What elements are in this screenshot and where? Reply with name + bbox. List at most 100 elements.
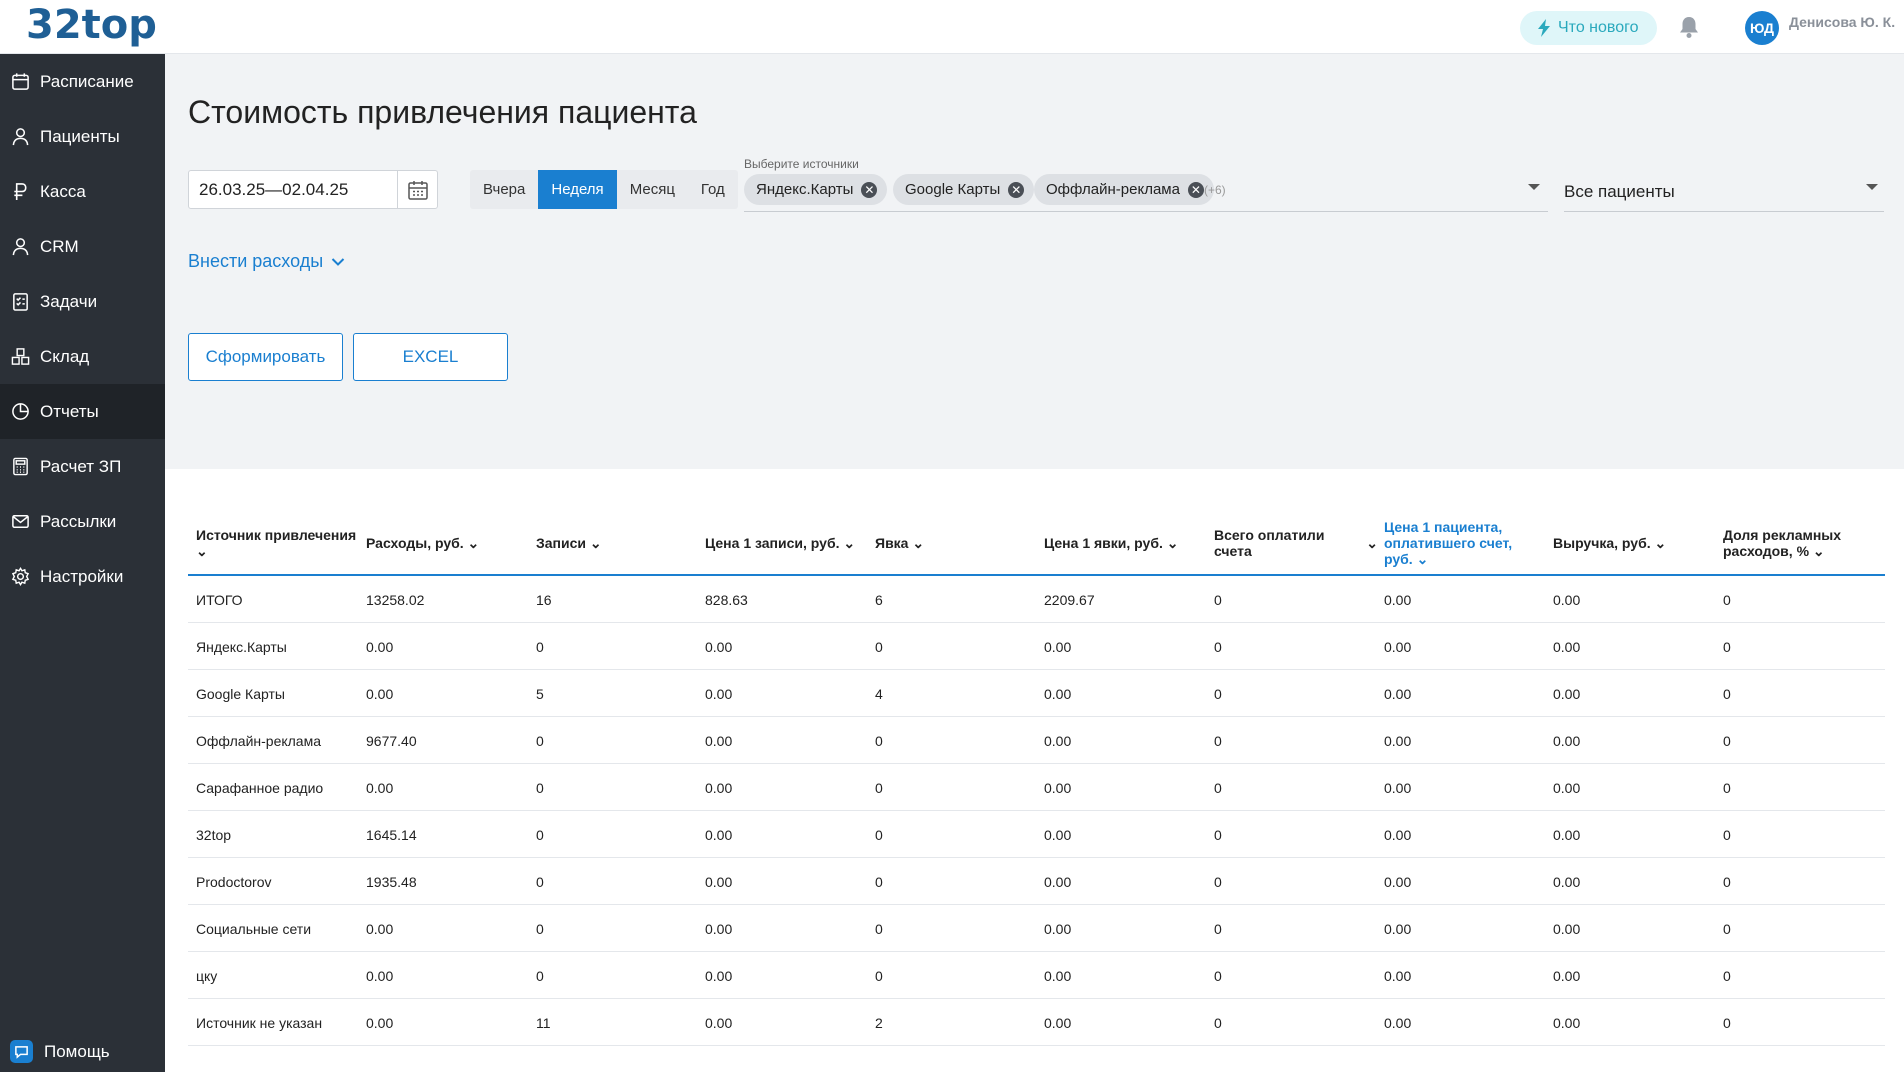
whats-new-label: Что нового: [1558, 19, 1639, 36]
cell-attendance: 0: [875, 873, 883, 890]
date-range-input[interactable]: 26.03.25—02.04.25: [188, 170, 438, 209]
close-icon[interactable]: ✕: [861, 181, 878, 198]
cell-booking-price: 0.00: [705, 779, 733, 796]
cell-paid-total: 0: [1214, 685, 1222, 702]
sidebar-item-mailings[interactable]: Рассылки: [0, 494, 165, 549]
cell-bookings: 0: [536, 920, 544, 937]
checklist-icon: [13, 293, 28, 311]
sidebar-item-schedule[interactable]: Расписание: [0, 54, 165, 109]
column-header-expenses[interactable]: Расходы, руб. ⌄: [366, 510, 534, 576]
period-week[interactable]: Неделя: [538, 170, 617, 209]
calendar-picker-button[interactable]: [397, 171, 437, 208]
column-header-bookings[interactable]: Записи ⌄: [536, 510, 704, 576]
cell-paid-total: 0: [1214, 920, 1222, 937]
cell-attendance: 0: [875, 826, 883, 843]
close-icon[interactable]: ✕: [1187, 181, 1204, 198]
sidebar-item-warehouse[interactable]: Склад: [0, 329, 165, 384]
cell-ad-share: 0: [1723, 779, 1731, 796]
cell-attendance: 6: [875, 591, 883, 608]
cell-expenses: 0.00: [366, 920, 394, 937]
cell-paid-total: 0: [1214, 1014, 1222, 1031]
bell-icon[interactable]: [1678, 15, 1700, 39]
excel-button[interactable]: EXCEL: [353, 333, 508, 381]
help-button[interactable]: Помощь: [10, 1040, 110, 1063]
column-header-revenue[interactable]: Выручка, руб. ⌄: [1553, 510, 1721, 576]
cell-source: 32top: [196, 826, 232, 843]
cell-attendance-price: 0.00: [1044, 732, 1072, 749]
sidebar-item-label: Склад: [40, 346, 90, 366]
calendar-icon: [12, 73, 29, 90]
column-header-booking-price[interactable]: Цена 1 записи, руб. ⌄: [705, 510, 873, 576]
sidebar-item-label: Пациенты: [40, 126, 120, 146]
user-name[interactable]: Денисова Ю. К.: [1789, 14, 1895, 30]
cell-paying-patient-price: 0.00: [1384, 967, 1412, 984]
cell-ad-share: 0: [1723, 638, 1731, 655]
sidebar-item-label: Задачи: [40, 291, 98, 311]
top-bar: 32top Что нового ЮД Денисова Ю. К.: [0, 0, 1904, 54]
sidebar-item-salary[interactable]: Расчет ЗП: [0, 439, 165, 494]
cell-revenue: 0.00: [1553, 826, 1581, 843]
cell-revenue: 0.00: [1553, 638, 1581, 655]
period-year[interactable]: Год: [688, 170, 738, 209]
avatar[interactable]: ЮД: [1745, 11, 1779, 45]
table-row: Социальные сети 0.00 0 0.00 0 0.00 0 0.00 0.00 0: [188, 905, 1885, 952]
mail-icon: [12, 515, 29, 528]
column-header-paying-patient-price[interactable]: Цена 1 пациента, оплатившего счет, руб. …: [1384, 510, 1534, 576]
cell-attendance-price: 0.00: [1044, 873, 1072, 890]
cell-paid-total: 0: [1214, 779, 1222, 796]
period-month[interactable]: Месяц: [617, 170, 688, 209]
column-header-source[interactable]: Источник привлечения ⌄: [196, 510, 364, 576]
close-icon[interactable]: ✕: [1008, 181, 1025, 198]
user-icon: [12, 128, 29, 146]
cell-attendance-price: 0.00: [1044, 920, 1072, 937]
cell-bookings: 0: [536, 732, 544, 749]
source-chip-label: Яндекс.Карты: [756, 181, 854, 198]
ruble-icon: [14, 183, 27, 201]
cell-revenue: 0.00: [1553, 685, 1581, 702]
cell-paying-patient-price: 0.00: [1384, 826, 1412, 843]
whats-new-button[interactable]: Что нового: [1520, 11, 1657, 45]
table-row: ИТОГО 13258.02 16 828.63 6 2209.67 0 0.00 0.00 0: [188, 576, 1885, 623]
sidebar-item-label: Настройки: [40, 566, 124, 586]
cell-attendance-price: 0.00: [1044, 826, 1072, 843]
cell-bookings: 0: [536, 638, 544, 655]
sources-select[interactable]: Яндекс.Карты ✕ Google Карты ✕ Оффлайн-ре…: [744, 172, 1548, 212]
sidebar-item-cashbox[interactable]: Касса: [0, 164, 165, 219]
cell-source: Google Карты: [196, 685, 285, 702]
chevron-down-icon[interactable]: [1528, 184, 1540, 190]
cell-paid-total: 0: [1214, 826, 1222, 843]
cell-attendance-price: 0.00: [1044, 638, 1072, 655]
table-row: Оффлайн-реклама 9677.40 0 0.00 0 0.00 0 0.00 0.0…: [188, 717, 1885, 764]
sidebar-item-settings[interactable]: Настройки: [0, 549, 165, 604]
cell-revenue: 0.00: [1553, 873, 1581, 890]
app-logo[interactable]: 32top: [26, 2, 157, 48]
cell-attendance: 0: [875, 638, 883, 655]
sources-label: Выберите источники: [744, 157, 859, 171]
column-header-ad-share[interactable]: Доля рекламных расходов, % ⌄: [1723, 510, 1873, 576]
sidebar-item-patients[interactable]: Пациенты: [0, 109, 165, 164]
cell-booking-price: 0.00: [705, 967, 733, 984]
source-chip: Оффлайн-реклама ✕: [1034, 174, 1214, 205]
period-yesterday[interactable]: Вчера: [470, 170, 538, 209]
sidebar-item-reports[interactable]: Отчеты: [0, 384, 165, 439]
lightning-icon: [1538, 19, 1550, 37]
column-header-paid-total[interactable]: Всего оплатили счета ⌄: [1214, 510, 1382, 576]
sidebar-item-crm[interactable]: CRM: [0, 219, 165, 274]
sidebar-item-label: Касса: [40, 181, 86, 201]
cell-ad-share: 0: [1723, 591, 1731, 608]
generate-button[interactable]: Сформировать: [188, 333, 343, 381]
cell-expenses: 13258.02: [366, 591, 425, 608]
cell-paying-patient-price: 0.00: [1384, 638, 1412, 655]
table-row: 32top 1645.14 0 0.00 0 0.00 0 0.00 0.00 0: [188, 811, 1885, 858]
patients-filter-select[interactable]: Все пациенты: [1564, 172, 1884, 212]
sidebar-item-tasks[interactable]: Задачи: [0, 274, 165, 329]
sidebar-item-label: Расписание: [40, 71, 134, 91]
column-header-attendance-price[interactable]: Цена 1 явки, руб. ⌄: [1044, 510, 1212, 576]
cell-booking-price: 0.00: [705, 732, 733, 749]
cell-bookings: 5: [536, 685, 544, 702]
cell-paying-patient-price: 0.00: [1384, 873, 1412, 890]
source-chip-label: Оффлайн-реклама: [1046, 181, 1180, 198]
table-row: Сарафанное радио 0.00 0 0.00 0 0.00 0 0.00 0.00 0: [188, 764, 1885, 811]
column-header-attendance[interactable]: Явка ⌄: [875, 510, 1043, 576]
add-expenses-link[interactable]: Внести расходы: [188, 251, 345, 272]
